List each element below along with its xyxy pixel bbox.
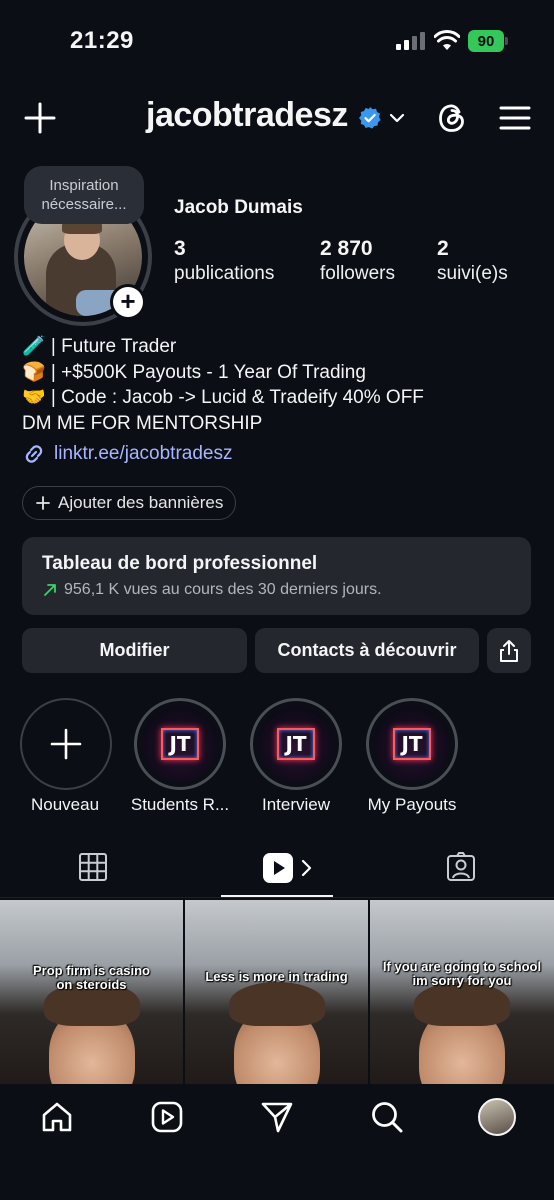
bio-line: 🧪 | Future Trader: [22, 336, 177, 357]
highlight-logo: JT: [161, 728, 199, 760]
add-banners-button[interactable]: Ajouter des bannières: [22, 486, 237, 520]
edit-profile-button[interactable]: Modifier: [22, 628, 247, 673]
verified-badge-icon: [359, 107, 381, 129]
profile-bio: 🧪 | Future Trader 🍞 | +$500K Payouts - 1…: [22, 334, 542, 436]
discover-contacts-button[interactable]: Contacts à découvrir: [255, 628, 479, 673]
add-story-button[interactable]: +: [110, 284, 146, 320]
cellular-signal-icon: [396, 32, 425, 50]
wifi-icon: [434, 30, 460, 50]
dashboard-subtitle: 956,1 K vues au cours des 30 derniers jo…: [64, 581, 382, 598]
plus-icon: [50, 728, 82, 760]
posts-label[interactable]: publications: [174, 263, 274, 285]
trend-up-arrow-icon: [44, 584, 56, 596]
post-thumbnail[interactable]: If you are going to school im sorry for …: [370, 900, 554, 1084]
menu-hamburger-icon[interactable]: [498, 102, 532, 134]
following-label[interactable]: suivi(e)s: [437, 263, 508, 285]
profile-link-text[interactable]: linktr.ee/jacobtradesz: [54, 443, 233, 465]
post-caption: If you are going to school im sorry for …: [382, 959, 542, 988]
link-icon: [25, 445, 43, 463]
create-plus-icon[interactable]: [22, 100, 58, 136]
reels-icon[interactable]: [150, 1100, 184, 1134]
highlight-logo: JT: [277, 728, 315, 760]
profile-full-name: Jacob Dumais: [174, 197, 303, 218]
highlight-label: My Payouts: [367, 795, 457, 814]
battery-indicator: 90: [468, 30, 508, 52]
divider: [0, 897, 554, 898]
bio-line: 🤝 | Code : Jacob -> Lucid & Tradeify 40%…: [22, 387, 424, 408]
search-icon[interactable]: [370, 1100, 404, 1134]
highlight-my-payouts[interactable]: JT: [366, 698, 458, 790]
tagged-tab-icon[interactable]: [446, 852, 476, 882]
profile-note-bubble[interactable]: Inspiration nécessaire...: [24, 166, 144, 224]
post-caption: Less is more in trading: [205, 969, 348, 984]
add-banners-label: Ajouter des bannières: [58, 493, 224, 512]
plus-icon: [36, 496, 50, 510]
highlight-students[interactable]: JT: [134, 698, 226, 790]
grid-tab-icon[interactable]: [78, 852, 108, 882]
threads-icon[interactable]: [434, 100, 470, 136]
new-highlight-button[interactable]: [20, 698, 112, 790]
post-thumbnail[interactable]: Prop firm is casino on steroids: [0, 900, 183, 1084]
post-caption: Prop firm is casino on steroids: [32, 963, 151, 992]
highlight-label: Students R...: [130, 795, 230, 814]
direct-messages-icon[interactable]: [260, 1100, 294, 1134]
profile-tab-avatar[interactable]: [478, 1098, 516, 1136]
profile-link[interactable]: linktr.ee/jacobtradesz: [22, 442, 233, 466]
home-icon[interactable]: [40, 1100, 74, 1134]
dashboard-title: Tableau de bord professionnel: [42, 553, 318, 574]
share-profile-button[interactable]: [487, 628, 531, 673]
plus-icon: +: [113, 287, 143, 317]
highlight-logo: JT: [393, 728, 431, 760]
chevron-right-icon[interactable]: [300, 858, 314, 878]
post-thumbnail[interactable]: Less is more in trading: [185, 900, 368, 1084]
profile-username[interactable]: jacobtradesz: [146, 96, 348, 135]
bio-line: 🍞 | +$500K Payouts - 1 Year Of Trading: [22, 361, 366, 383]
professional-dashboard-card[interactable]: Tableau de bord professionnel 956,1 K vu…: [22, 537, 531, 615]
following-count[interactable]: 2: [437, 237, 449, 261]
bio-line: DM ME FOR MENTORSHIP: [22, 412, 263, 434]
highlight-interview[interactable]: JT: [250, 698, 342, 790]
reels-tab-icon[interactable]: [262, 852, 294, 884]
highlight-label: Nouveau: [30, 795, 100, 814]
status-time: 21:29: [70, 27, 134, 54]
followers-label[interactable]: followers: [320, 263, 395, 285]
share-icon: [500, 639, 518, 662]
followers-count[interactable]: 2 870: [320, 237, 373, 261]
posts-count[interactable]: 3: [174, 237, 186, 261]
battery-level: 90: [468, 30, 504, 52]
chevron-down-icon[interactable]: [388, 110, 406, 126]
highlight-label: Interview: [261, 795, 331, 814]
